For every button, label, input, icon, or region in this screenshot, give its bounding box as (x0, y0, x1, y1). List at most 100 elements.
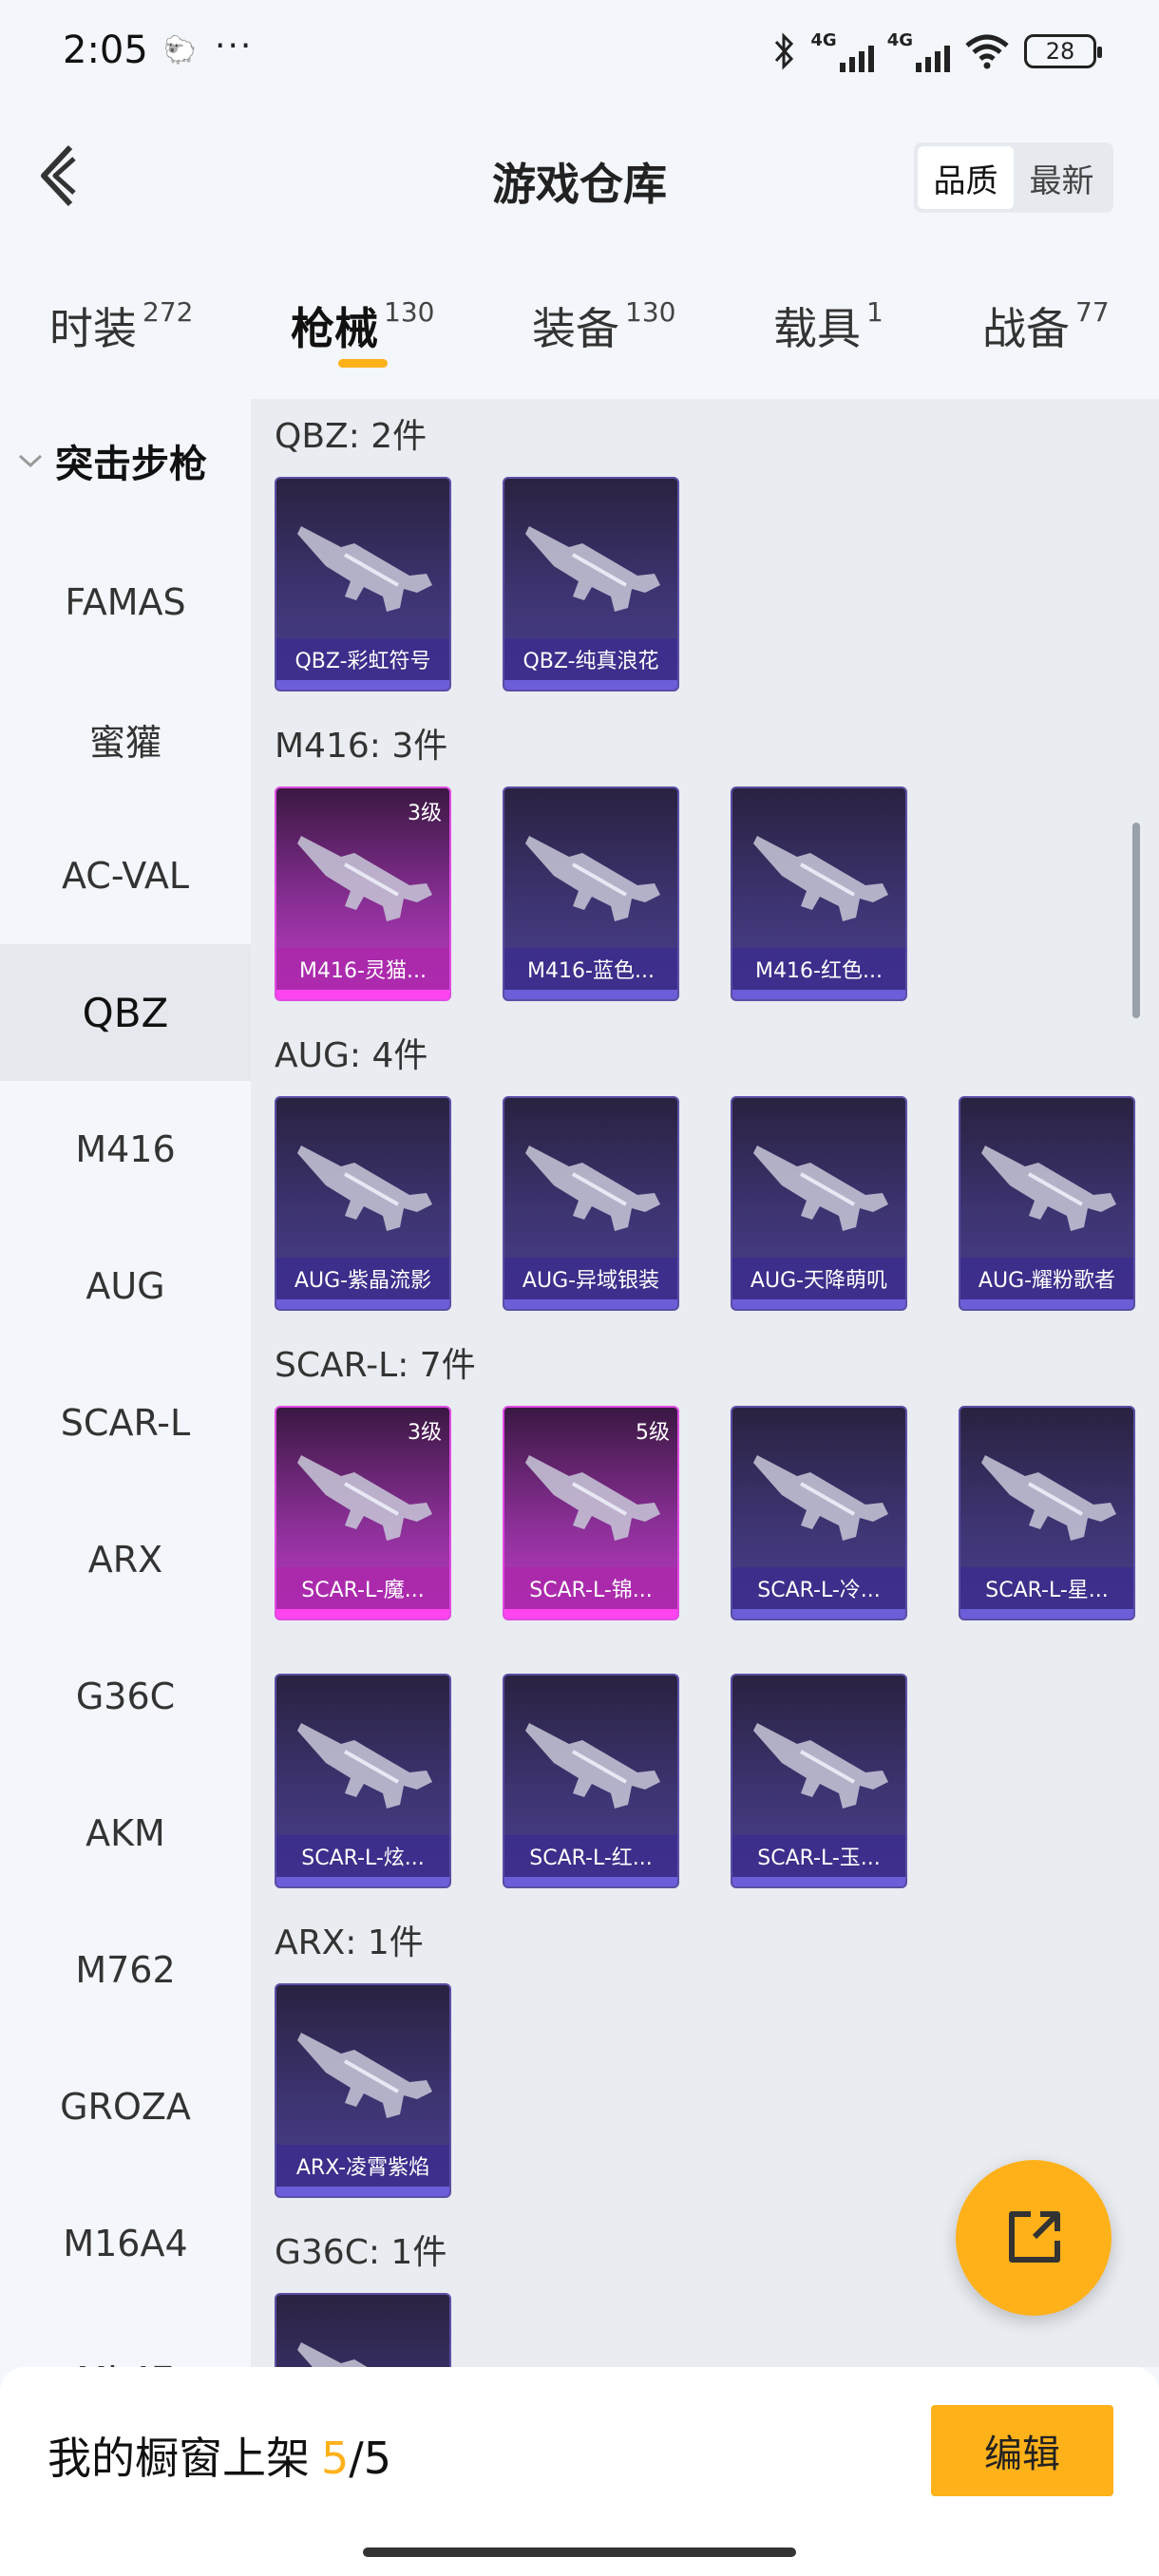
rarity-strip (276, 990, 449, 999)
weapon-card[interactable]: QBZ-纯真浪花 (503, 477, 679, 691)
sidebar-item-g36c[interactable]: G36C (0, 1628, 251, 1765)
scrollbar[interactable] (1132, 823, 1140, 1018)
sidebar-item-akm[interactable]: AKM (0, 1765, 251, 1902)
rarity-strip (276, 1877, 449, 1886)
rarity-strip (276, 2187, 449, 2196)
weapon-card[interactable]: SCAR-L-星... (959, 1406, 1135, 1620)
weapon-card[interactable] (275, 2293, 451, 2367)
weapon-name: AUG-异域银装 (504, 1258, 677, 1299)
home-indicator[interactable] (363, 2548, 796, 2557)
sidebar-item-mk47[interactable]: Mk47 (0, 2312, 251, 2367)
tab-combat-supplies[interactable]: 战备 77 (982, 294, 1110, 357)
weapon-card[interactable]: SCAR-L-玉... (731, 1674, 907, 1888)
weapon-sidebar: 突击步枪 FAMAS 蜜獾 AC-VAL QBZ M416 AUG SCAR-L… (0, 399, 251, 2367)
sidebar-item-scar-l[interactable]: SCAR-L (0, 1354, 251, 1491)
weapon-card[interactable]: M416-红色... (731, 786, 907, 1001)
weapon-card[interactable]: SCAR-L-红... (503, 1674, 679, 1888)
weapon-card[interactable]: SCAR-L-冷... (731, 1406, 907, 1620)
rarity-strip (276, 1299, 449, 1309)
share-button[interactable] (956, 2160, 1112, 2316)
rarity-strip (732, 1609, 905, 1619)
sidebar-item-famas[interactable]: FAMAS (0, 534, 251, 671)
weapon-card[interactable]: AUG-天降萌叽 (731, 1096, 907, 1311)
weapon-skin-image (525, 1723, 660, 1809)
weapon-card[interactable]: 3级 SCAR-L-魔... (275, 1406, 451, 1620)
sidebar-item-arx[interactable]: ARX (0, 1491, 251, 1628)
weapon-card[interactable]: AUG-异域银装 (503, 1096, 679, 1311)
signal-4g-icon-2: 4G (887, 30, 950, 72)
weapon-card[interactable]: AUG-耀粉歌者 (959, 1096, 1135, 1311)
rarity-strip (504, 680, 677, 690)
weapon-card[interactable]: QBZ-彩虹符号 (275, 477, 451, 691)
battery-icon: 28 (1024, 34, 1102, 68)
sort-option-quality[interactable]: 品质 (918, 146, 1014, 209)
weapon-name: QBZ-纯真浪花 (504, 638, 677, 680)
section-title: QBZ: 2件 (275, 417, 428, 456)
weapon-card[interactable]: M416-蓝色... (503, 786, 679, 1001)
sidebar-group-assault-rifles[interactable]: 突击步枪 (17, 433, 207, 488)
rarity-strip (276, 680, 449, 690)
weapon-skin-image (753, 1723, 888, 1809)
tab-count: 272 (142, 296, 194, 328)
sidebar-item-honey-badger[interactable]: 蜜獾 (0, 671, 251, 807)
section-title: ARX: 1件 (275, 1923, 424, 1962)
edit-button[interactable]: 编辑 (931, 2405, 1113, 2496)
sidebar-item-aug[interactable]: AUG (0, 1218, 251, 1354)
sidebar-item-m16a4[interactable]: M16A4 (0, 2175, 251, 2312)
tab-fashion[interactable]: 时装 272 (49, 294, 193, 357)
tab-label: 装备 (532, 303, 619, 354)
weapon-card[interactable]: 5级 SCAR-L-锦... (503, 1406, 679, 1620)
rarity-strip (732, 990, 905, 999)
weapon-skin-image (297, 836, 432, 921)
weapon-skin-image (297, 2033, 432, 2118)
weapon-name: SCAR-L-星... (960, 1567, 1133, 1609)
sort-option-newest[interactable]: 最新 (1014, 146, 1110, 209)
rarity-strip (504, 1299, 677, 1309)
weapon-skin-image (525, 1146, 660, 1231)
weapon-skin-image (297, 2342, 368, 2367)
section-title: AUG: 4件 (275, 1036, 428, 1075)
level-badge: 3级 (408, 802, 442, 825)
rarity-strip (504, 1877, 677, 1886)
weapon-card[interactable]: AUG-紫晶流影 (275, 1096, 451, 1311)
bluetooth-icon (775, 32, 794, 70)
section-title: G36C: 1件 (275, 2233, 447, 2272)
sidebar-item-groza[interactable]: GROZA (0, 2038, 251, 2175)
battery-level: 28 (1045, 38, 1075, 65)
rarity-strip (504, 1609, 677, 1619)
weapon-skin-image (981, 1146, 1116, 1231)
tab-firearms[interactable]: 枪械 130 (291, 294, 434, 357)
rarity-strip (732, 1877, 905, 1886)
weapon-name: AUG-耀粉歌者 (960, 1258, 1133, 1299)
showcase-label: 我的橱窗上架 (48, 2433, 310, 2484)
weapon-skin-image (297, 526, 432, 612)
weapon-skin-image (297, 1455, 432, 1541)
weapon-name: SCAR-L-红... (504, 1835, 677, 1877)
rarity-strip (504, 990, 677, 999)
tab-count: 130 (625, 296, 676, 328)
weapon-skin-image (525, 526, 660, 612)
weapon-card[interactable]: SCAR-L-炫... (275, 1674, 451, 1888)
showcase-current: 5 (321, 2433, 350, 2484)
tab-equipment[interactable]: 装备 130 (532, 294, 675, 357)
more-notifications-icon: ··· (215, 27, 254, 66)
sidebar-item-m416[interactable]: M416 (0, 1081, 251, 1218)
active-tab-indicator (338, 359, 388, 368)
header: 游戏仓库 品质 最新 (0, 104, 1159, 247)
tab-count: 130 (384, 296, 435, 328)
sidebar-item-ac-val[interactable]: AC-VAL (0, 807, 251, 944)
weapon-card[interactable]: ARX-凌霄紫焰 (275, 1983, 451, 2198)
weapon-skin-image (753, 1146, 888, 1231)
weapon-name: SCAR-L-冷... (732, 1567, 905, 1609)
rarity-strip (960, 1299, 1133, 1309)
sidebar-item-qbz[interactable]: QBZ (0, 944, 251, 1081)
sidebar-item-m762[interactable]: M762 (0, 1902, 251, 2038)
weapon-name: M416-蓝色... (504, 948, 677, 990)
wifi-icon (965, 34, 1009, 69)
weapon-name: M416-红色... (732, 948, 905, 990)
weapon-name: QBZ-彩虹符号 (276, 638, 449, 680)
weapon-name: AUG-紫晶流影 (276, 1258, 449, 1299)
weapon-name: SCAR-L-魔... (276, 1567, 449, 1609)
tab-vehicles[interactable]: 载具 1 (773, 294, 884, 357)
weapon-card[interactable]: 3级 M416-灵猫... (275, 786, 451, 1001)
